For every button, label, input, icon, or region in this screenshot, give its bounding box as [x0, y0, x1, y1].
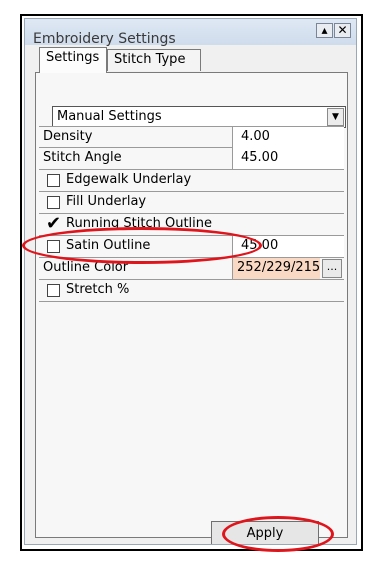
property-row-satin-outline[interactable]: Satin Outline 45.00	[39, 236, 344, 258]
settings-mode-dropdown[interactable]: Manual Settings ▼	[52, 106, 346, 128]
outline-color-value[interactable]: 252/229/215	[232, 258, 320, 279]
running-stitch-outline-label: Running Stitch Outline	[66, 216, 213, 231]
tab-settings[interactable]: Settings	[39, 47, 107, 73]
density-label: Density	[43, 129, 93, 144]
density-value[interactable]: 4.00	[232, 127, 344, 148]
property-row-outline-color[interactable]: Outline Color 252/229/215 ...	[39, 258, 344, 280]
edgewalk-underlay-checkbox[interactable]	[47, 174, 60, 187]
fill-underlay-checkbox[interactable]	[47, 196, 60, 209]
property-row-running-stitch-outline[interactable]: ✔ Running Stitch Outline	[39, 213, 344, 236]
close-button[interactable]: ✕	[334, 23, 351, 38]
stretch-label: Stretch %	[66, 282, 130, 297]
satin-outline-value[interactable]: 45.00	[232, 236, 344, 257]
satin-outline-label: Satin Outline	[66, 238, 151, 253]
stitch-angle-label: Stitch Angle	[43, 150, 122, 165]
title-bar[interactable]: Embroidery Settings ▴ ✕	[25, 19, 356, 47]
dropdown-selected-value: Manual Settings	[57, 109, 162, 124]
property-row-density[interactable]: Density 4.00	[39, 126, 344, 148]
property-grid: Density 4.00 Stitch Angle 45.00 Edgewalk…	[39, 126, 344, 302]
chevron-down-icon[interactable]: ▼	[327, 108, 344, 126]
outline-color-label: Outline Color	[43, 260, 129, 275]
fill-underlay-label: Fill Underlay	[66, 194, 147, 209]
edgewalk-underlay-label: Edgewalk Underlay	[66, 172, 192, 187]
property-row-stretch[interactable]: Stretch %	[39, 280, 344, 302]
outline-color-picker-button[interactable]: ...	[322, 259, 342, 278]
satin-outline-checkbox[interactable]	[47, 240, 60, 253]
embroidery-settings-window: Embroidery Settings ▴ ✕ Settings Stitch …	[24, 18, 357, 545]
window-title: Embroidery Settings	[33, 31, 176, 47]
property-row-edgewalk-underlay[interactable]: Edgewalk Underlay	[39, 170, 344, 192]
stretch-checkbox[interactable]	[47, 284, 60, 297]
checkmark-icon: ✔	[46, 213, 62, 234]
property-row-fill-underlay[interactable]: Fill Underlay	[39, 192, 344, 214]
minimize-button[interactable]: ▴	[316, 23, 333, 38]
running-stitch-outline-checkbox[interactable]: ✔	[46, 213, 61, 234]
property-row-stitch-angle[interactable]: Stitch Angle 45.00	[39, 148, 344, 170]
apply-button[interactable]: Apply	[211, 521, 319, 544]
stitch-angle-value[interactable]: 45.00	[232, 148, 344, 169]
tab-stitch-type[interactable]: Stitch Type	[107, 49, 201, 71]
